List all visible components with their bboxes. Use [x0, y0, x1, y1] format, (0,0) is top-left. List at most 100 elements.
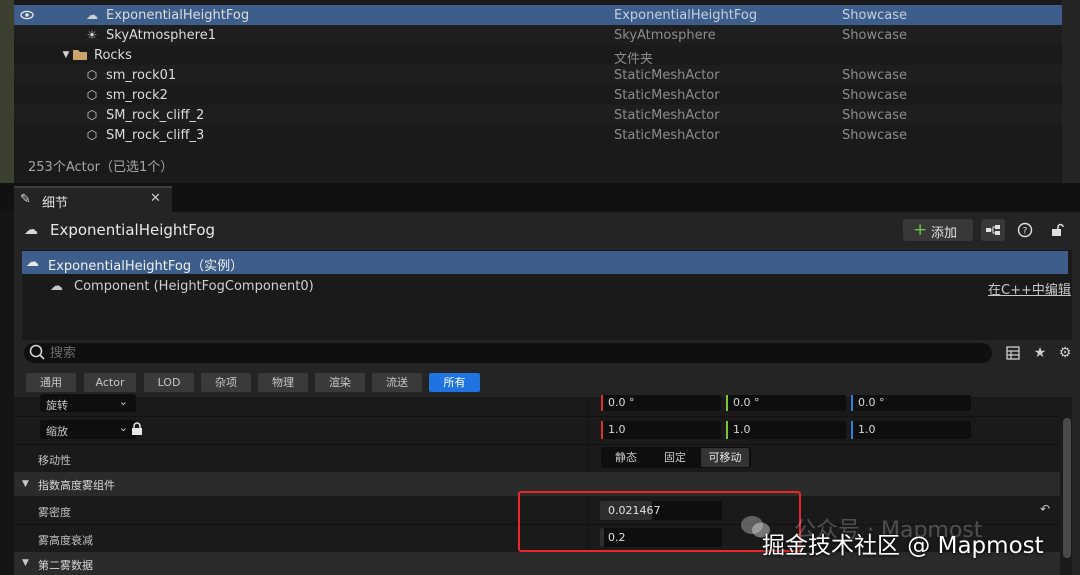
outliner-item-type: ExponentialHeightFog	[614, 8, 758, 23]
scale-z-field[interactable]: 1.0	[851, 421, 971, 439]
filter-tab-physics[interactable]: 物理	[258, 373, 308, 392]
static-mesh-icon: ⬡	[86, 128, 98, 142]
outliner-row-exponential-height-fog[interactable]: ☁ ExponentialHeightFog ExponentialHeight…	[14, 5, 1062, 25]
mobility-option-static[interactable]: 静态	[603, 448, 649, 467]
actor-name: ExponentialHeightFog	[50, 221, 216, 239]
property-label: 移动性	[38, 454, 71, 467]
outliner-item-name: SM_rock_cliff_3	[106, 128, 205, 143]
outliner-row-rocks-folder[interactable]: ▼ Rocks 文件夹	[14, 45, 1062, 67]
outliner-row-sm-rock2[interactable]: ⬡ sm_rock2 StaticMeshActor Showcase	[14, 85, 1062, 105]
column-divider	[587, 417, 588, 443]
outliner-row-sm-rock-cliff-2[interactable]: ⬡ SM_rock_cliff_2 StaticMeshActor Showca…	[14, 105, 1062, 125]
outliner-item-type: SkyAtmosphere	[614, 28, 716, 43]
outliner-item-name: sm_rock2	[106, 88, 168, 103]
static-mesh-icon: ⬡	[86, 108, 98, 122]
y-axis-marker	[726, 421, 728, 439]
filter-tab-lod[interactable]: LOD	[144, 373, 194, 392]
collapse-arrow-icon: ▼	[22, 558, 29, 568]
outliner-item-layer: Showcase	[842, 28, 907, 43]
dropdown-label: 旋转	[46, 399, 68, 412]
outliner-item-type: StaticMeshActor	[614, 108, 720, 123]
details-search-box[interactable]	[24, 343, 992, 363]
collapse-arrow-icon: ▼	[22, 479, 29, 489]
mobility-option-movable[interactable]: 可移动	[701, 448, 749, 467]
x-axis-marker	[601, 421, 603, 439]
reset-to-default-icon[interactable]: ↶	[1040, 502, 1050, 516]
tab-label: 细节	[42, 196, 69, 211]
outliner-item-name: Rocks	[94, 48, 132, 63]
add-component-button[interactable]: + 添加	[903, 219, 973, 241]
scale-y-field[interactable]: 1.0	[726, 421, 846, 439]
scale-x-field[interactable]: 1.0	[601, 421, 721, 439]
fog-icon: ☁	[86, 8, 98, 22]
fog-icon: ☁	[24, 222, 38, 238]
component-instance-label: ExponentialHeightFog（实例）	[48, 259, 244, 274]
rotation-z-field[interactable]: 0.0 °	[851, 395, 971, 411]
blueprint-button[interactable]	[981, 219, 1005, 241]
component-label: Component (HeightFogComponent0)	[74, 279, 314, 294]
field-value: 0.0 °	[858, 396, 885, 409]
outliner-item-type: StaticMeshActor	[614, 88, 720, 103]
column-divider	[587, 445, 588, 471]
mobility-selector: 静态 固定 可移动	[601, 447, 751, 468]
rotation-mode-dropdown[interactable]: 旋转 ⌄	[40, 394, 136, 412]
component-instance-row[interactable]: ☁ ExponentialHeightFog（实例）	[22, 251, 1068, 274]
filter-tab-rendering[interactable]: 渲染	[315, 373, 365, 392]
category-label: 指数高度雾组件	[38, 479, 115, 492]
chevron-down-icon: ⌄	[118, 421, 128, 434]
component-row-height-fog[interactable]: ☁ Component (HeightFogComponent0)	[22, 276, 1072, 296]
sky-atmosphere-icon: ☀	[86, 28, 98, 42]
column-divider	[587, 397, 588, 415]
viewport-edge	[0, 0, 14, 183]
outliner-row-sky-atmosphere[interactable]: ☀ SkyAtmosphere1 SkyAtmosphere Showcase	[14, 25, 1062, 45]
plus-icon: +	[913, 220, 928, 240]
edit-in-cpp-link[interactable]: 在C++中编辑	[988, 279, 1071, 298]
filter-tab-all[interactable]: 所有	[429, 373, 480, 392]
table-view-icon[interactable]	[1003, 343, 1023, 363]
close-tab-icon[interactable]: ✕	[150, 191, 161, 206]
outliner-row-sm-rock-cliff-3[interactable]: ⬡ SM_rock_cliff_3 StaticMeshActor Showca…	[14, 125, 1062, 145]
outliner-scrollbar-track[interactable]	[1062, 0, 1080, 183]
outliner-item-name: ExponentialHeightFog	[106, 8, 250, 23]
scrollbar-thumb[interactable]	[1063, 418, 1071, 558]
category-label: 第二雾数据	[38, 559, 93, 572]
lock-proportions-icon[interactable]	[131, 422, 143, 440]
z-axis-marker	[851, 395, 853, 411]
outliner-item-type: StaticMeshActor	[614, 68, 720, 83]
mobility-option-stationary[interactable]: 固定	[651, 448, 699, 467]
actor-count-status: 253个Actor（已选1个）	[28, 160, 174, 175]
filter-tab-general[interactable]: 通用	[26, 373, 76, 392]
field-value: 1.0	[733, 423, 751, 436]
static-mesh-icon: ⬡	[86, 88, 98, 102]
outliner-item-layer: Showcase	[842, 108, 907, 123]
outliner-item-layer: Showcase	[842, 68, 907, 83]
field-value: 0.0 °	[608, 396, 635, 409]
rotation-y-field[interactable]: 0.0 °	[726, 395, 846, 411]
outliner-item-name: SM_rock_cliff_2	[106, 108, 205, 123]
outliner-item-layer: Showcase	[842, 88, 907, 103]
help-icon[interactable]: ?	[1014, 219, 1036, 241]
property-row-mobility: 移动性	[14, 444, 1060, 471]
visibility-eye-icon[interactable]	[20, 8, 34, 22]
outliner-row-sm-rock01[interactable]: ⬡ sm_rock01 StaticMeshActor Showcase	[14, 65, 1062, 85]
settings-gear-icon[interactable]: ⚙	[1055, 343, 1075, 363]
scale-mode-dropdown[interactable]: 缩放 ⌄	[40, 420, 136, 439]
property-label: 雾高度衰减	[38, 534, 93, 547]
svg-text:?: ?	[1023, 227, 1028, 237]
filter-tab-actor[interactable]: Actor	[84, 373, 136, 392]
search-input[interactable]	[50, 344, 950, 362]
fog-icon: ☁	[26, 255, 39, 270]
lock-icon[interactable]	[1046, 219, 1068, 241]
filter-tab-streaming[interactable]: 流送	[372, 373, 422, 392]
rotation-x-field[interactable]: 0.0 °	[601, 395, 721, 411]
field-value: 0.0 °	[733, 396, 760, 409]
add-button-label: 添加	[931, 226, 958, 241]
folder-icon	[72, 47, 88, 63]
tab-details[interactable]: ✎ 细节 ✕	[14, 186, 172, 212]
favorite-star-icon[interactable]: ★	[1030, 343, 1050, 363]
search-icon	[28, 343, 46, 365]
property-label: 雾密度	[38, 506, 71, 519]
filter-tab-misc[interactable]: 杂项	[201, 373, 251, 392]
static-mesh-icon: ⬡	[86, 68, 98, 82]
field-value: 1.0	[858, 423, 876, 436]
